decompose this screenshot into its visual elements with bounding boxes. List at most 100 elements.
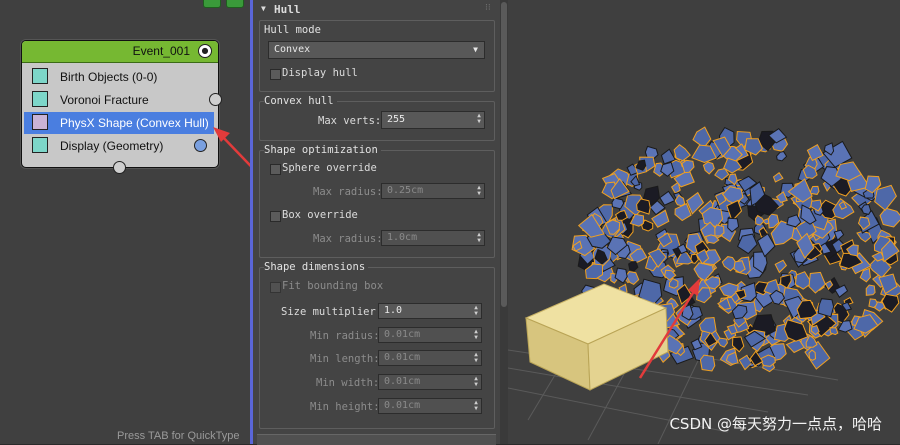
- rollout-title: Hull: [274, 3, 301, 16]
- shard: [808, 271, 827, 294]
- hull-mode-dropdown[interactable]: Convex ▼: [268, 41, 485, 59]
- spinner-arrows-icon[interactable]: ▲ ▼: [476, 185, 482, 197]
- shard: [817, 298, 835, 318]
- shard: [614, 209, 628, 221]
- size-multiplier-value: 1.0: [384, 305, 403, 316]
- particle-view-graph[interactable]: Event_001 ● Birth Objects (0-0) Voronoi …: [0, 0, 250, 444]
- shard: [673, 144, 691, 162]
- hull-mode-value: Convex: [274, 44, 311, 55]
- fit-bounding-box-checkbox[interactable]: [270, 282, 281, 293]
- shard: [772, 171, 784, 183]
- event-header[interactable]: Event_001 ●: [22, 41, 218, 63]
- viewport-scene: [508, 126, 900, 444]
- fit-bounding-box-label: Fit bounding box: [282, 280, 384, 292]
- lightbulb-icon[interactable]: ●: [198, 44, 212, 58]
- shard: [702, 161, 715, 175]
- min-radius-spinner[interactable]: 0.01cm ▲ ▼: [378, 327, 482, 343]
- shard: [881, 293, 900, 313]
- shape-optimization-title: Shape optimization: [264, 144, 381, 156]
- shard: [776, 150, 788, 162]
- size-multiplier-label: Size multiplier:: [281, 306, 383, 318]
- shard: [808, 349, 817, 361]
- box-max-radius-value: 1.0cm: [387, 232, 418, 243]
- toolbar-icon-2[interactable]: [226, 0, 244, 8]
- spinner-arrows-icon[interactable]: ▲ ▼: [473, 352, 479, 364]
- parameters-panel: ▼ Hull ⁝⁝ Hull mode Convex ▼ Display hul…: [253, 0, 500, 445]
- next-rollout-header[interactable]: [257, 434, 496, 445]
- voronoi-icon: [32, 91, 48, 107]
- min-length-value: 0.01cm: [384, 352, 421, 363]
- size-multiplier-spinner[interactable]: 1.0 ▲ ▼: [378, 303, 482, 319]
- min-width-spinner[interactable]: 0.01cm ▲ ▼: [378, 374, 482, 390]
- shard: [699, 354, 716, 372]
- watermark: CSDN @每天努力一点点，哈哈: [669, 415, 882, 433]
- shard: [635, 159, 647, 171]
- min-radius-label: Min radius:: [310, 330, 380, 342]
- grip-icon[interactable]: ⁝⁝: [485, 3, 491, 13]
- box-max-radius-label: Max radius:: [313, 233, 383, 245]
- spinner-arrows-icon[interactable]: ▲ ▼: [473, 400, 479, 412]
- event-node[interactable]: Event_001 ● Birth Objects (0-0) Voronoi …: [21, 40, 219, 168]
- spinner-arrows-icon[interactable]: ▲ ▼: [473, 305, 479, 317]
- box-override-checkbox[interactable]: [270, 211, 281, 222]
- operator-label: Display (Geometry): [60, 139, 164, 153]
- sphere-override-checkbox[interactable]: [270, 164, 281, 175]
- spinner-arrows-icon[interactable]: ▲ ▼: [473, 329, 479, 341]
- test-output-pin[interactable]: [209, 93, 222, 106]
- shard: [856, 230, 872, 243]
- viewport-3d[interactable]: CSDN @每天努力一点点，哈哈: [508, 0, 900, 444]
- shard: [692, 126, 712, 149]
- min-length-spinner[interactable]: 0.01cm ▲ ▼: [378, 350, 482, 366]
- shard: [861, 203, 872, 215]
- min-length-label: Min length:: [310, 353, 380, 365]
- shard: [714, 224, 725, 237]
- convex-hull-title: Convex hull: [264, 95, 337, 107]
- operator-voronoi-fracture[interactable]: Voronoi Fracture: [24, 89, 214, 111]
- spinner-arrows-icon[interactable]: ▲ ▼: [476, 113, 482, 125]
- display-icon: [32, 137, 48, 153]
- operator-display[interactable]: Display (Geometry): [24, 135, 214, 157]
- min-width-value: 0.01cm: [384, 376, 421, 387]
- shard: [698, 316, 717, 335]
- display-hull-checkbox[interactable]: [270, 69, 281, 80]
- max-verts-spinner[interactable]: 255 ▲ ▼: [381, 111, 485, 129]
- box-max-radius-spinner[interactable]: 1.0cm ▲ ▼: [381, 230, 485, 246]
- shard: [659, 190, 676, 206]
- spinner-arrows-icon[interactable]: ▲ ▼: [473, 376, 479, 388]
- sphere-max-radius-spinner[interactable]: 0.25cm ▲ ▼: [381, 183, 485, 199]
- event-title: Event_001: [132, 44, 190, 58]
- max-verts-value: 255: [387, 114, 406, 125]
- shard: [874, 184, 897, 211]
- toolbar-icon-1[interactable]: [203, 0, 221, 8]
- shard: [717, 337, 728, 348]
- event-input-pin[interactable]: [113, 161, 126, 174]
- shape-dimensions-title: Shape dimensions: [264, 261, 369, 273]
- operator-birth-objects[interactable]: Birth Objects (0-0): [24, 66, 214, 88]
- hull-mode-label: Hull mode: [264, 24, 321, 36]
- shard: [829, 327, 839, 336]
- display-hull-label: Display hull: [282, 67, 358, 79]
- display-output-pin[interactable]: [194, 139, 207, 152]
- max-verts-label: Max verts:: [318, 115, 382, 127]
- panel-scrollbar[interactable]: [500, 0, 508, 444]
- min-height-label: Min height:: [310, 401, 380, 413]
- operator-physx-shape[interactable]: PhysX Shape (Convex Hull): [24, 112, 214, 134]
- spinner-arrows-icon[interactable]: ▲ ▼: [476, 232, 482, 244]
- physx-shape-icon: [32, 114, 48, 130]
- sphere-override-label: Sphere override: [282, 162, 377, 174]
- min-height-spinner[interactable]: 0.01cm ▲ ▼: [378, 398, 482, 414]
- operator-label: Voronoi Fracture: [60, 93, 149, 107]
- operator-label: PhysX Shape (Convex Hull): [60, 116, 209, 130]
- sphere-max-radius-value: 0.25cm: [387, 185, 424, 196]
- shard: [774, 259, 788, 274]
- collapse-icon[interactable]: ▼: [261, 4, 266, 13]
- box-override-label: Box override: [282, 209, 358, 221]
- min-radius-value: 0.01cm: [384, 329, 421, 340]
- birth-objects-icon: [32, 68, 48, 84]
- operator-label: Birth Objects (0-0): [60, 70, 158, 84]
- shard: [611, 197, 625, 210]
- chevron-down-icon: ▼: [473, 45, 478, 54]
- scrollbar-thumb[interactable]: [501, 2, 507, 307]
- hull-rollout-header[interactable]: ▼ Hull ⁝⁝: [253, 3, 500, 19]
- shard: [879, 207, 900, 228]
